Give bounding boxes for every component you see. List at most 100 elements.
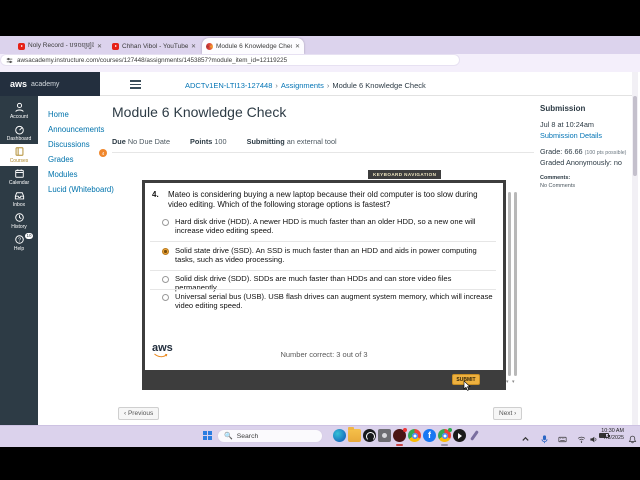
academy-logo-text: academy — [31, 80, 60, 88]
browser-toolbar: ← → ⟳ awsacademy.instructure.com/courses… — [0, 54, 640, 122]
screen: Noly Record - បទចម្រៀង [Offi ✕ Chhan Vib… — [0, 0, 640, 480]
calendar-icon — [14, 169, 24, 178]
aws-academy-logo: aws academy — [0, 72, 100, 96]
answer-option-2[interactable]: Solid state drive (SSD). An SSD is much … — [162, 246, 496, 264]
tab-close-icon[interactable]: ✕ — [97, 43, 102, 50]
quiz-footer-bar — [145, 370, 503, 387]
sidebar-item-help[interactable]: ? Help 10 — [0, 232, 38, 254]
question-number: 4. — [152, 190, 159, 199]
tray-date: 7/8/2025 — [603, 435, 624, 441]
comments-value: No Comments — [540, 183, 576, 189]
active-app-indicator — [441, 444, 448, 446]
radio-option-2[interactable] — [162, 248, 169, 255]
tab-title: Noly Record - បទចម្រៀង [Offi — [28, 41, 94, 49]
scroll-down-icon[interactable]: ▾ — [512, 379, 515, 385]
breadcrumb: ADCTv1EN-LTI13-127448 › Assignments › Module… — [185, 81, 426, 90]
site-settings-icon[interactable] — [6, 57, 13, 64]
sidebar-item-calendar[interactable]: Calendar — [0, 166, 38, 188]
pen-tool-icon[interactable] — [468, 429, 481, 442]
letterbox-top — [0, 0, 640, 36]
edge-icon[interactable] — [333, 429, 346, 442]
global-nav-rail: Account Dashboard Courses Calendar Inbox… — [0, 96, 38, 425]
outer-scrollbar[interactable] — [514, 192, 517, 376]
taskbar-search[interactable]: 🔍 Search — [217, 429, 323, 443]
canvas-favicon — [206, 42, 213, 50]
previous-button[interactable]: ‹ Previous — [118, 407, 160, 420]
option-divider — [150, 241, 496, 242]
browser-tab-2[interactable]: Chhan Vibol - YouTube ✕ — [108, 38, 200, 54]
course-nav-home[interactable]: Home — [48, 110, 69, 119]
option-divider — [150, 270, 496, 271]
grades-badge: 4 — [99, 149, 107, 157]
next-button[interactable]: Next › — [493, 407, 523, 420]
file-explorer-icon[interactable] — [348, 427, 361, 442]
camera-icon[interactable] — [378, 429, 391, 442]
submission-heading: Submission — [540, 104, 586, 113]
help-icon: ? — [14, 235, 24, 244]
browser-tab-1[interactable]: Noly Record - បទចម្រៀង [Offi ✕ — [14, 38, 106, 54]
tab-title: Module 6 Knowledge Check — [216, 42, 292, 50]
sidebar-item-courses[interactable]: Courses — [0, 144, 38, 166]
inbox-icon — [14, 192, 24, 200]
tab-close-icon[interactable]: ✕ — [295, 43, 300, 50]
graded-anonymously: Graded Anonymously: no — [540, 158, 622, 167]
facebook-icon[interactable]: f — [423, 429, 436, 442]
answer-option-4[interactable]: Universal serial bus (USB). USB flash dr… — [162, 292, 496, 310]
radio-option-1[interactable] — [162, 219, 169, 226]
letterbox-bottom — [0, 447, 640, 480]
divider — [112, 152, 534, 153]
keyboard-navigation-tag: KEYBOARD NAVIGATION — [368, 170, 442, 179]
question-text: Mateo is considering buying a new laptop… — [168, 190, 478, 209]
sidebar-item-history[interactable]: History — [0, 210, 38, 232]
sidebar-item-account[interactable]: Account — [0, 100, 38, 122]
breadcrumb-course-link[interactable]: ADCTv1EN-LTI13-127448 — [185, 81, 272, 90]
course-nav-announcements[interactable]: Announcements — [48, 125, 104, 134]
radio-option-4[interactable] — [162, 294, 169, 301]
browser-tab-active[interactable]: Module 6 Knowledge Check ✕ — [202, 38, 304, 54]
tab-close-icon[interactable]: ✕ — [191, 43, 196, 50]
course-nav-modules[interactable]: Modules — [48, 170, 77, 179]
start-button[interactable] — [203, 431, 212, 440]
youtube-favicon — [18, 42, 25, 50]
submission-date: Jul 8 at 10:24am — [540, 120, 594, 129]
media-player-icon[interactable] — [453, 429, 466, 442]
course-nav-lucid[interactable]: Lucid (Whiteboard) — [48, 185, 114, 194]
breadcrumb-current: Module 6 Knowledge Check — [332, 81, 426, 90]
url-text: awsacademy.instructure.com/courses/12744… — [17, 56, 288, 64]
course-nav-grades[interactable]: Grades — [48, 155, 74, 164]
aws-logo-text: aws — [10, 79, 28, 89]
obs-icon[interactable] — [363, 429, 376, 442]
chrome-profile-icon[interactable] — [438, 428, 452, 442]
history-icon — [14, 213, 24, 222]
points-label: Points — [190, 137, 213, 146]
due-label: Due — [112, 137, 126, 146]
sidebar-item-inbox[interactable]: Inbox — [0, 188, 38, 210]
active-app-indicator — [396, 444, 403, 446]
course-nav-discussions[interactable]: Discussions — [48, 140, 90, 149]
scroll-down-icon[interactable]: ▾ — [506, 379, 509, 385]
submitting-label: Submitting — [246, 137, 285, 146]
notification-badge — [448, 428, 452, 432]
page-scrollbar-thumb[interactable] — [633, 96, 637, 176]
mouse-cursor — [463, 381, 471, 391]
search-icon: 🔍 — [224, 433, 233, 440]
points-value: 100 — [214, 137, 227, 146]
hamburger-menu-icon[interactable] — [130, 80, 141, 91]
recorder-app-icon[interactable] — [393, 428, 407, 442]
due-value: No Due Date — [127, 137, 171, 146]
radio-option-3[interactable] — [162, 276, 169, 283]
courses-icon — [15, 147, 23, 156]
iframe-scrollbar[interactable] — [508, 192, 511, 376]
tray-clock[interactable]: 10:30 AM 7/8/2025 — [594, 428, 624, 442]
comments-label: Comments: — [540, 175, 571, 181]
sidebar-item-dashboard[interactable]: Dashboard — [0, 122, 38, 144]
breadcrumb-assignments-link[interactable]: Assignments — [281, 81, 324, 90]
submission-grade: Grade: 66.66 (100 pts possible) — [540, 147, 627, 156]
chrome-icon[interactable] — [408, 429, 421, 442]
notification-badge — [403, 428, 407, 432]
option-divider — [150, 289, 496, 290]
answer-option-1[interactable]: Hard disk drive (HDD). A newer HDD is mu… — [162, 217, 496, 235]
submission-details-link[interactable]: Submission Details — [540, 131, 602, 140]
address-bar[interactable]: awsacademy.instructure.com/courses/12744… — [0, 54, 460, 66]
browser-tabstrip: Noly Record - បទចម្រៀង [Offi ✕ Chhan Vib… — [0, 36, 640, 86]
